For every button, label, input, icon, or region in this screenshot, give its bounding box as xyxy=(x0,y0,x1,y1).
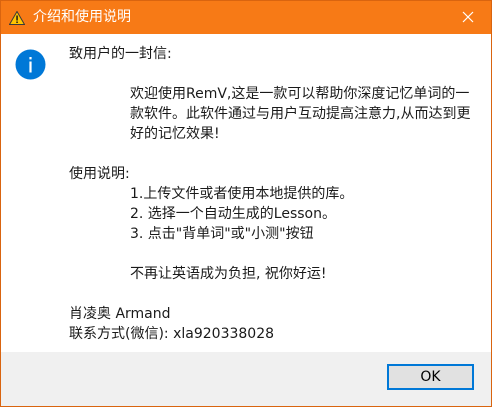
title-bar[interactable]: 介绍和使用说明 xyxy=(1,1,491,34)
message-dialog: 介绍和使用说明 致用户的一封信: 欢迎使用RemV,这是一款可以帮助你深度记忆单… xyxy=(0,0,492,407)
ok-button[interactable]: OK xyxy=(387,364,474,390)
intro-text: 欢迎使用RemV,这是一款可以帮助你深度记忆单词的一款软件。此软件通过与用户互动… xyxy=(130,86,471,142)
wish-text: 不再让英语成为负担, 祝你好运! xyxy=(130,266,327,282)
warning-triangle-icon xyxy=(8,10,26,25)
dialog-content: 致用户的一封信: 欢迎使用RemV,这是一款可以帮助你深度记忆单词的一款软件。此… xyxy=(1,34,491,352)
close-icon xyxy=(462,8,474,27)
info-icon xyxy=(15,49,46,80)
close-button[interactable] xyxy=(445,1,491,34)
usage-step-1: 1.上传文件或者使用本地提供的库。 xyxy=(130,186,354,202)
author-name: 肖凌奥 Armand xyxy=(69,306,171,322)
usage-step-3: 3. 点击"背单词"或"小测"按钮 xyxy=(130,226,314,242)
dialog-footer: OK xyxy=(1,352,491,406)
usage-heading: 使用说明: xyxy=(69,166,130,182)
usage-step-2: 2. 选择一个自动生成的Lesson。 xyxy=(130,206,337,222)
contact-info: 联系方式(微信): xla920338028 xyxy=(69,326,275,342)
greeting-text: 致用户的一封信: xyxy=(69,46,172,62)
window-title: 介绍和使用说明 xyxy=(33,9,131,25)
